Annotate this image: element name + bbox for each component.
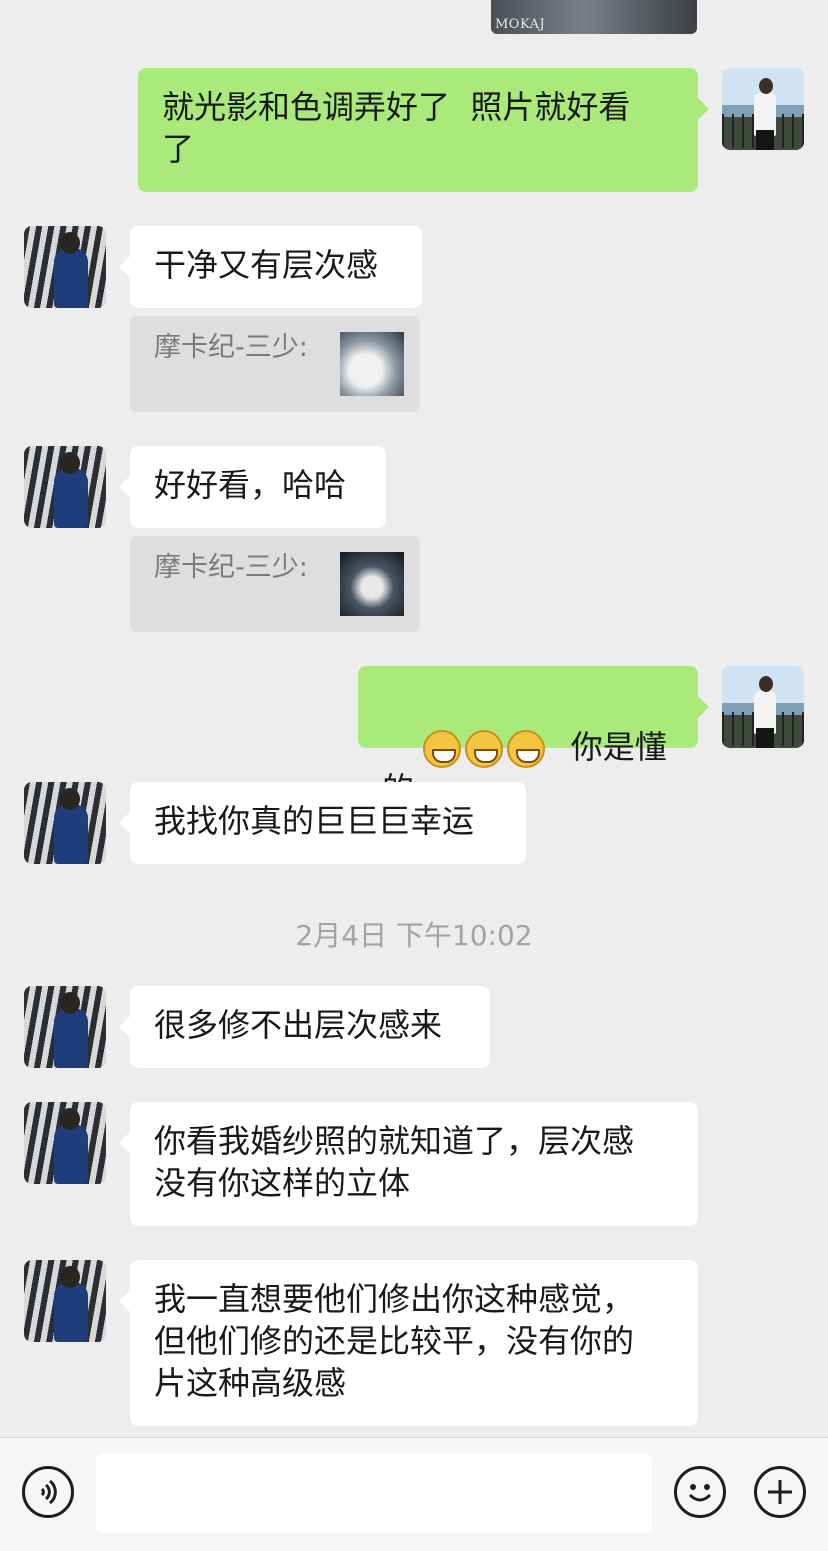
quote-thumbnail[interactable] [340, 552, 404, 616]
message-bubble-received[interactable]: 很多修不出层次感来 [119, 986, 490, 1068]
quoted-message[interactable]: 摩卡纪-三少: [130, 536, 420, 632]
emoji-button[interactable] [674, 1466, 726, 1518]
message-bubble-received[interactable]: 我找你真的巨巨巨幸运 [119, 782, 526, 864]
grin-emoji-icon [506, 730, 545, 768]
image-message[interactable]: MOKAJ [491, 0, 697, 34]
contact-avatar[interactable] [24, 1260, 106, 1342]
plus-icon [768, 1480, 792, 1504]
my-avatar[interactable] [722, 68, 804, 150]
message-bubble-received[interactable]: 好好看，哈哈 [119, 446, 386, 528]
message-input[interactable] [96, 1453, 652, 1533]
emoji-icon [688, 1484, 712, 1502]
contact-avatar[interactable] [24, 446, 106, 528]
message-bubble-received[interactable]: 干净又有层次感 [119, 226, 422, 308]
quoted-message[interactable]: 摩卡纪-三少: [130, 316, 420, 412]
chat-area[interactable]: MOKAJ 就光影和色调弄好了 照片就好看 了 干净又有层次感 摩卡纪-三少: … [0, 0, 828, 1437]
message-bubble-sent[interactable]: 你是懂的 [358, 666, 709, 808]
message-bubble-received[interactable]: 我一直想要他们修出你这种感觉， 但他们修的还是比较平，没有你的 片这种高级感 [119, 1260, 698, 1426]
my-avatar[interactable] [722, 666, 804, 748]
chat-timestamp: 2月4日 下午10:02 [295, 919, 533, 952]
photo-watermark: MOKAJ [495, 17, 546, 32]
quote-thumbnail[interactable] [340, 332, 404, 396]
contact-avatar[interactable] [24, 226, 106, 308]
voice-icon [40, 1479, 57, 1505]
input-bar [0, 1437, 828, 1551]
message-bubble-sent[interactable]: 就光影和色调弄好了 照片就好看 了 [138, 68, 709, 192]
voice-button[interactable] [22, 1466, 74, 1518]
contact-avatar[interactable] [24, 1102, 106, 1184]
grin-emoji-icon [464, 730, 503, 768]
grin-emoji-icon [422, 730, 461, 768]
message-bubble-received[interactable]: 你看我婚纱照的就知道了，层次感 没有你这样的立体 [119, 1102, 698, 1226]
contact-avatar[interactable] [24, 782, 106, 864]
more-button[interactable] [754, 1466, 806, 1518]
contact-avatar[interactable] [24, 986, 106, 1068]
